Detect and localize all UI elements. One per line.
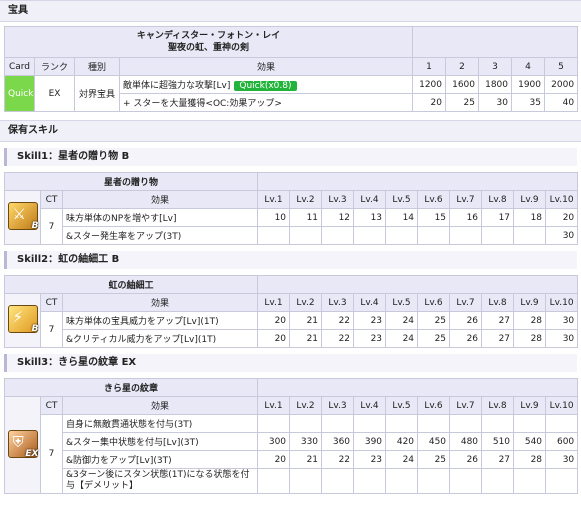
np-header-row: Card ランク 種別 効果 1 2 3 4 5 bbox=[4, 57, 579, 76]
skill3-icon-cell: ⛨ EX bbox=[4, 396, 41, 494]
skills-section-header: 保有スキル bbox=[0, 120, 581, 142]
skill3-ct: 7 bbox=[40, 414, 63, 494]
np-effect-text: 敵単体に超強力な攻撃[Lv] Quick(x0.8) bbox=[119, 75, 413, 94]
skill2-name: 虹の紬細工 bbox=[3, 275, 259, 294]
skill3-header-row: ⛨ EX CT 効果 Lv.1 Lv.2 Lv.3 Lv.4 Lv.5 Lv.6 … bbox=[4, 396, 579, 494]
skill3-effect-row: &スター集中状態を付与[Lv](3T) 300 330 360 390 420 … bbox=[5, 432, 579, 451]
skill2-ct: 7 bbox=[40, 311, 63, 348]
noble-phantasm-table: キャンディスター・フォトン・レイ 聖夜の虹、重神の剣 Card ランク 種別 効… bbox=[4, 26, 579, 112]
np-value: 1600 bbox=[445, 75, 479, 94]
skill1-ct: 7 bbox=[40, 208, 63, 245]
np-effect-text: + スターを大量獲得<OC:効果アップ> bbox=[119, 93, 413, 112]
skill3-table: きら星の紋章 ⛨ EX CT 効果 Lv.1 Lv.2 Lv.3 Lv.4 Lv.… bbox=[3, 378, 579, 494]
np-ruby: 聖夜の虹、重神の剣 bbox=[167, 43, 249, 53]
noble-phantasm-header: 宝具 bbox=[0, 0, 581, 22]
skill3-effect-row: &3ターン後にスタン状態(1T)になる状態を付与【デメリット】 bbox=[5, 468, 579, 494]
np-value: 30 bbox=[478, 93, 512, 112]
np-value: 35 bbox=[511, 93, 545, 112]
skill2-effect-row: &クリティカル威力をアップ[Lv](1T) 20 21 22 23 24 25 … bbox=[5, 329, 579, 348]
sword-buff-icon: ⚔ B bbox=[7, 202, 39, 231]
skill2-icon-cell: ⚡ B bbox=[4, 293, 41, 348]
skill3-effect-row: &防御力をアップ[Lv](3T) 20 21 22 23 24 25 26 27… bbox=[5, 450, 579, 469]
np-type: 対界宝具 bbox=[74, 75, 120, 112]
np-col-rank: ランク bbox=[34, 57, 75, 76]
np-value: 40 bbox=[543, 93, 579, 112]
np-col-lv5: 5 bbox=[543, 57, 579, 76]
np-col-lv1: 1 bbox=[412, 57, 446, 76]
skill2-effect-row: 7 味方単体の宝具威力をアップ[Lv](1T) 20 21 22 23 24 2… bbox=[5, 311, 579, 348]
np-value: 2000 bbox=[543, 75, 579, 94]
skill1-icon-cell: ⚔ B bbox=[4, 190, 41, 245]
skill1-effect-row: 7 味方単体のNPを増やす[Lv] 10 11 12 13 14 15 16 1… bbox=[5, 208, 579, 245]
np-col-type: 種別 bbox=[74, 57, 120, 76]
skill2-header: Skill2：虹の紬細工 B bbox=[4, 251, 577, 269]
lightning-buff-icon: ⚡ B bbox=[7, 305, 39, 334]
np-value: 1200 bbox=[412, 75, 446, 94]
np-col-lv3: 3 bbox=[478, 57, 512, 76]
np-value: 20 bbox=[412, 93, 446, 112]
skill1-table: 星者の贈り物 ⚔ B CT 効果 Lv.1 Lv.2 Lv.3 Lv.4 Lv.5… bbox=[3, 172, 579, 245]
np-name: キャンディスター・フォトン・レイ bbox=[136, 31, 281, 41]
skill3-effect-row: 7 自身に無敵貫通状態を付与(3T) bbox=[5, 414, 579, 494]
skill1-effect-row: &スター発生率をアップ(3T) 30 bbox=[5, 226, 579, 245]
np-col-effect: 効果 bbox=[119, 57, 413, 76]
skill3-header: Skill3：きら星の紋章 EX bbox=[4, 354, 577, 372]
np-name-cell: キャンディスター・フォトン・レイ 聖夜の虹、重神の剣 bbox=[4, 26, 413, 58]
skill1-header: Skill1：星者の贈り物 B bbox=[4, 148, 577, 166]
skill2-header-row: ⚡ B CT 効果 Lv.1 Lv.2 Lv.3 Lv.4 Lv.5 Lv.6 L… bbox=[4, 293, 579, 348]
np-value: 25 bbox=[445, 93, 479, 112]
np-value: 1800 bbox=[478, 75, 512, 94]
np-effect-row: Quick EX 対界宝具 敵単体に超強力な攻撃[Lv] Quick(x0.8) … bbox=[4, 75, 579, 112]
skill3-name: きら星の紋章 bbox=[3, 378, 259, 397]
np-col-lv2: 2 bbox=[445, 57, 479, 76]
skill1-header-row: ⚔ B CT 効果 Lv.1 Lv.2 Lv.3 Lv.4 Lv.5 Lv.6 L… bbox=[4, 190, 579, 245]
np-card-type: Quick bbox=[4, 75, 35, 112]
shield-buff-icon: ⛨ EX bbox=[7, 429, 39, 459]
np-rank: EX bbox=[34, 75, 75, 112]
skill1-name: 星者の贈り物 bbox=[3, 172, 259, 191]
np-col-card: Card bbox=[4, 57, 35, 76]
np-col-lv4: 4 bbox=[511, 57, 545, 76]
skill2-table: 虹の紬細工 ⚡ B CT 効果 Lv.1 Lv.2 Lv.3 Lv.4 Lv.5 … bbox=[3, 275, 579, 348]
np-value: 1900 bbox=[511, 75, 545, 94]
quick-badge: Quick(x0.8) bbox=[234, 81, 297, 91]
